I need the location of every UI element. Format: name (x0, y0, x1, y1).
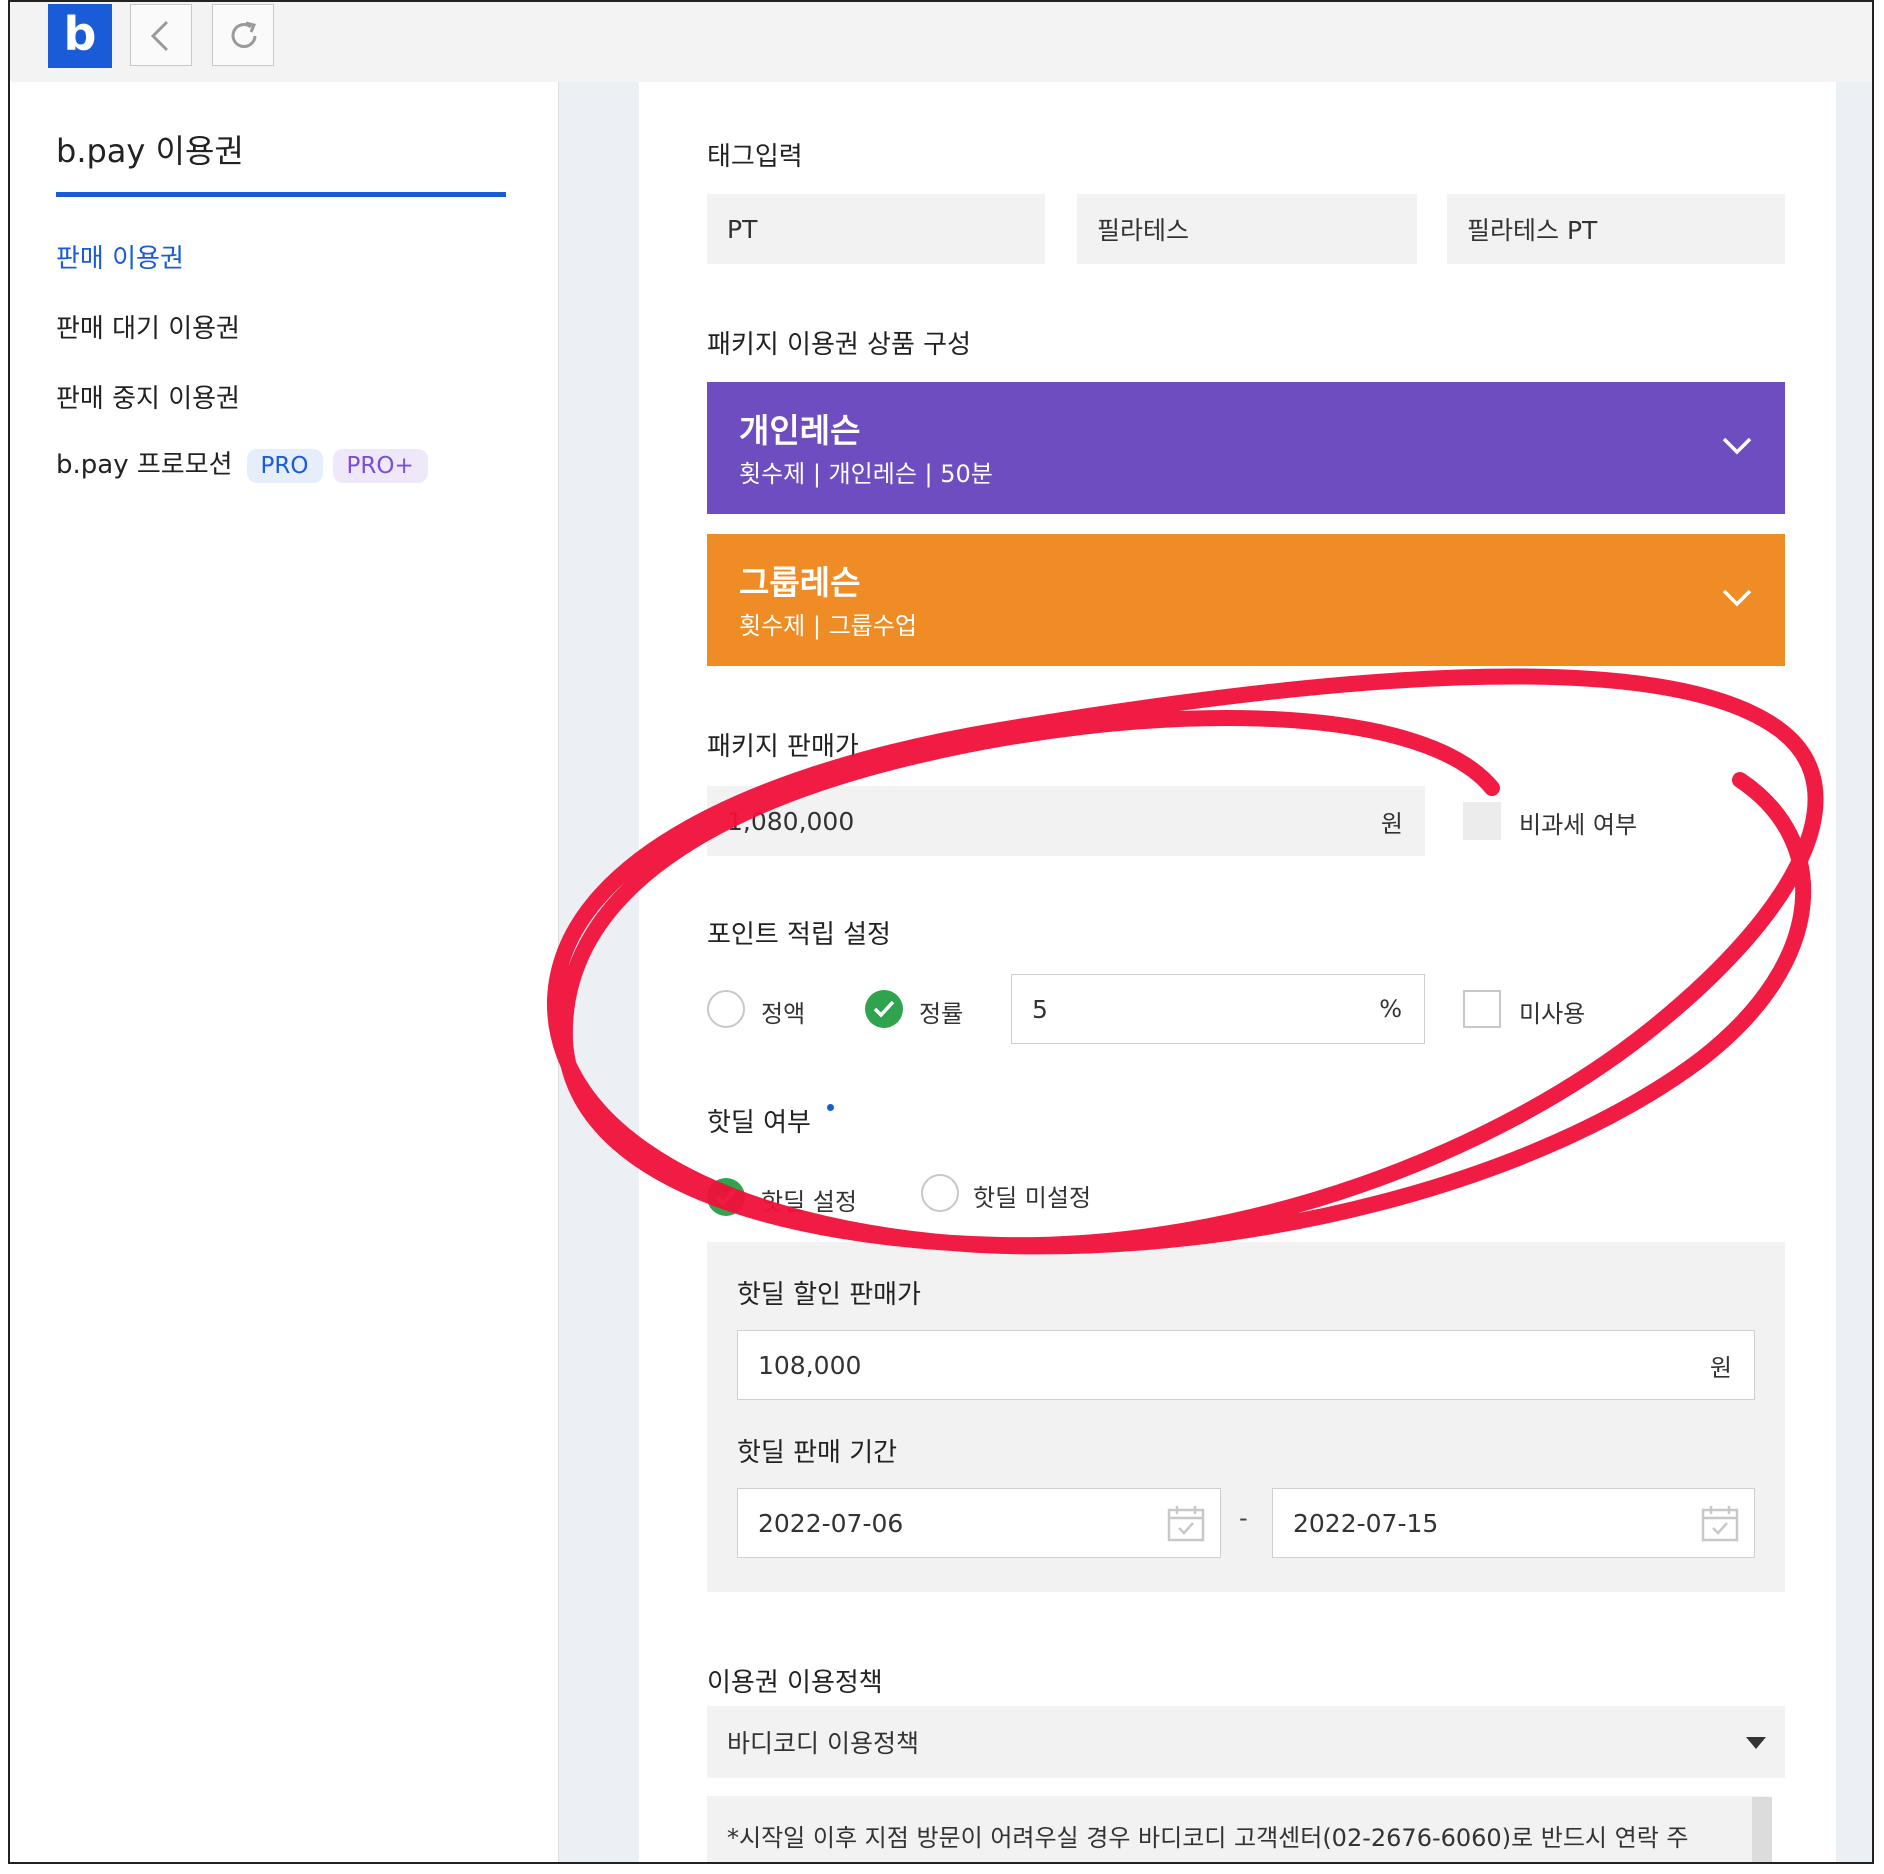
date-range-separator: - (1239, 1504, 1248, 1532)
check-icon (873, 1000, 895, 1018)
chevron-down-icon[interactable] (1721, 434, 1753, 458)
tag-input-3[interactable]: 필라테스 PT (1447, 194, 1785, 264)
content-right-gutter (1836, 82, 1872, 1862)
app-logo[interactable]: b (48, 4, 112, 68)
top-toolbar: b (10, 2, 1872, 83)
price-unit: 원 (1380, 809, 1403, 838)
sidebar: b.pay 이용권 판매 이용권 판매 대기 이용권 판매 중지 이용권 b.p… (10, 82, 559, 1862)
hotdeal-discount-unit: 원 (1709, 1353, 1732, 1382)
hotdeal-unset-radio[interactable] (921, 1174, 959, 1212)
hotdeal-period-label: 핫딜 판매 기간 (737, 1438, 898, 1468)
refresh-icon (231, 21, 257, 48)
policy-select[interactable]: 바디코디 이용정책 (707, 1706, 1785, 1778)
package-item-sub: 횟수제 | 그룹수업 (739, 612, 917, 640)
calendar-icon[interactable] (1700, 1503, 1740, 1543)
hotdeal-discount-label: 핫딜 할인 판매가 (737, 1280, 921, 1310)
taxfree-checkbox[interactable] (1463, 802, 1501, 840)
price-label: 패키지 판매가 (707, 732, 859, 762)
hotdeal-discount-input[interactable]: 108,000 원 (737, 1330, 1755, 1400)
points-fixed-radio[interactable] (707, 990, 745, 1028)
points-rate-label: 정률 (919, 1000, 964, 1028)
points-unused-label: 미사용 (1519, 1000, 1586, 1028)
calendar-icon[interactable] (1166, 1503, 1206, 1543)
sidebar-item-selling[interactable]: 판매 이용권 (56, 238, 184, 275)
hotdeal-start-date: 2022-07-06 (758, 1508, 904, 1538)
package-item-sub: 횟수제 | 개인레슨 | 50분 (739, 460, 993, 488)
hotdeal-set-radio[interactable] (707, 1178, 745, 1216)
notice-scrollbar[interactable] (1752, 1797, 1772, 1862)
tag-input-2[interactable]: 필라테스 (1077, 194, 1417, 264)
hotdeal-panel: 핫딜 할인 판매가 108,000 원 핫딜 판매 기간 2022-07-06 … (707, 1242, 1785, 1592)
points-label: 포인트 적립 설정 (707, 920, 891, 950)
points-rate-input[interactable]: 5 % (1011, 974, 1425, 1044)
sidebar-item-promotion[interactable]: b.pay 프로모션 PRO PRO+ (56, 444, 428, 483)
pro-plus-badge: PRO+ (332, 448, 428, 483)
content-gutter (559, 82, 639, 1862)
hotdeal-end-date-input[interactable]: 2022-07-15 (1272, 1488, 1755, 1558)
sidebar-item-pending[interactable]: 판매 대기 이용권 (56, 308, 240, 345)
package-item-group[interactable]: 그룹레슨 횟수제 | 그룹수업 (707, 534, 1785, 666)
hotdeal-discount-value: 108,000 (758, 1350, 862, 1380)
hotdeal-label: 핫딜 여부 (707, 1108, 811, 1138)
package-item-title: 개인레슨 (739, 411, 861, 450)
app-window: b b.pay 이용권 판매 이용권 판매 대기 이용권 판매 중지 이용권 b… (8, 0, 1874, 1864)
points-rate-value: 5 (1032, 994, 1048, 1024)
points-rate-unit: % (1379, 995, 1402, 1023)
price-input[interactable]: 1,080,000 원 (707, 786, 1425, 856)
policy-notice-text: *시작일 이후 지점 방문이 어려우실 경우 바디코디 고객센터(02-2676… (727, 1824, 1689, 1852)
policy-notice: *시작일 이후 지점 방문이 어려우실 경우 바디코디 고객센터(02-2676… (707, 1796, 1767, 1862)
tag-input-1[interactable]: PT (707, 194, 1045, 264)
refresh-button[interactable] (212, 4, 274, 66)
check-icon (715, 1188, 737, 1206)
pro-badge: PRO (246, 448, 323, 483)
hotdeal-unset-label: 핫딜 미설정 (973, 1184, 1092, 1212)
sidebar-item-label: b.pay 프로모션 (56, 450, 233, 480)
taxfree-label: 비과세 여부 (1519, 811, 1638, 839)
main-form: 태그입력 PT 필라테스 필라테스 PT 패키지 이용권 상품 구성 개인레슨 … (639, 82, 1836, 1862)
chevron-left-icon (150, 20, 169, 52)
sidebar-item-stopped[interactable]: 판매 중지 이용권 (56, 378, 240, 415)
chevron-down-icon[interactable] (1721, 586, 1753, 610)
sidebar-title: b.pay 이용권 (56, 132, 244, 170)
back-button[interactable] (130, 4, 192, 66)
hotdeal-set-label: 핫딜 설정 (761, 1188, 857, 1216)
points-fixed-label: 정액 (761, 1000, 806, 1028)
hotdeal-start-date-input[interactable]: 2022-07-06 (737, 1488, 1221, 1558)
price-value: 1,080,000 (727, 806, 855, 836)
caret-down-icon (1746, 1737, 1766, 1749)
points-rate-radio[interactable] (865, 990, 903, 1028)
package-item-private[interactable]: 개인레슨 횟수제 | 개인레슨 | 50분 (707, 382, 1785, 514)
tag-input-label: 태그입력 (707, 142, 803, 172)
package-label: 패키지 이용권 상품 구성 (707, 330, 971, 360)
required-dot (827, 1104, 834, 1111)
points-unused-checkbox[interactable] (1463, 990, 1501, 1028)
package-item-title: 그룹레슨 (739, 563, 861, 602)
sidebar-title-underline (56, 192, 506, 197)
policy-label: 이용권 이용정책 (707, 1668, 883, 1698)
hotdeal-end-date: 2022-07-15 (1293, 1508, 1439, 1538)
policy-selected: 바디코디 이용정책 (727, 1729, 919, 1758)
